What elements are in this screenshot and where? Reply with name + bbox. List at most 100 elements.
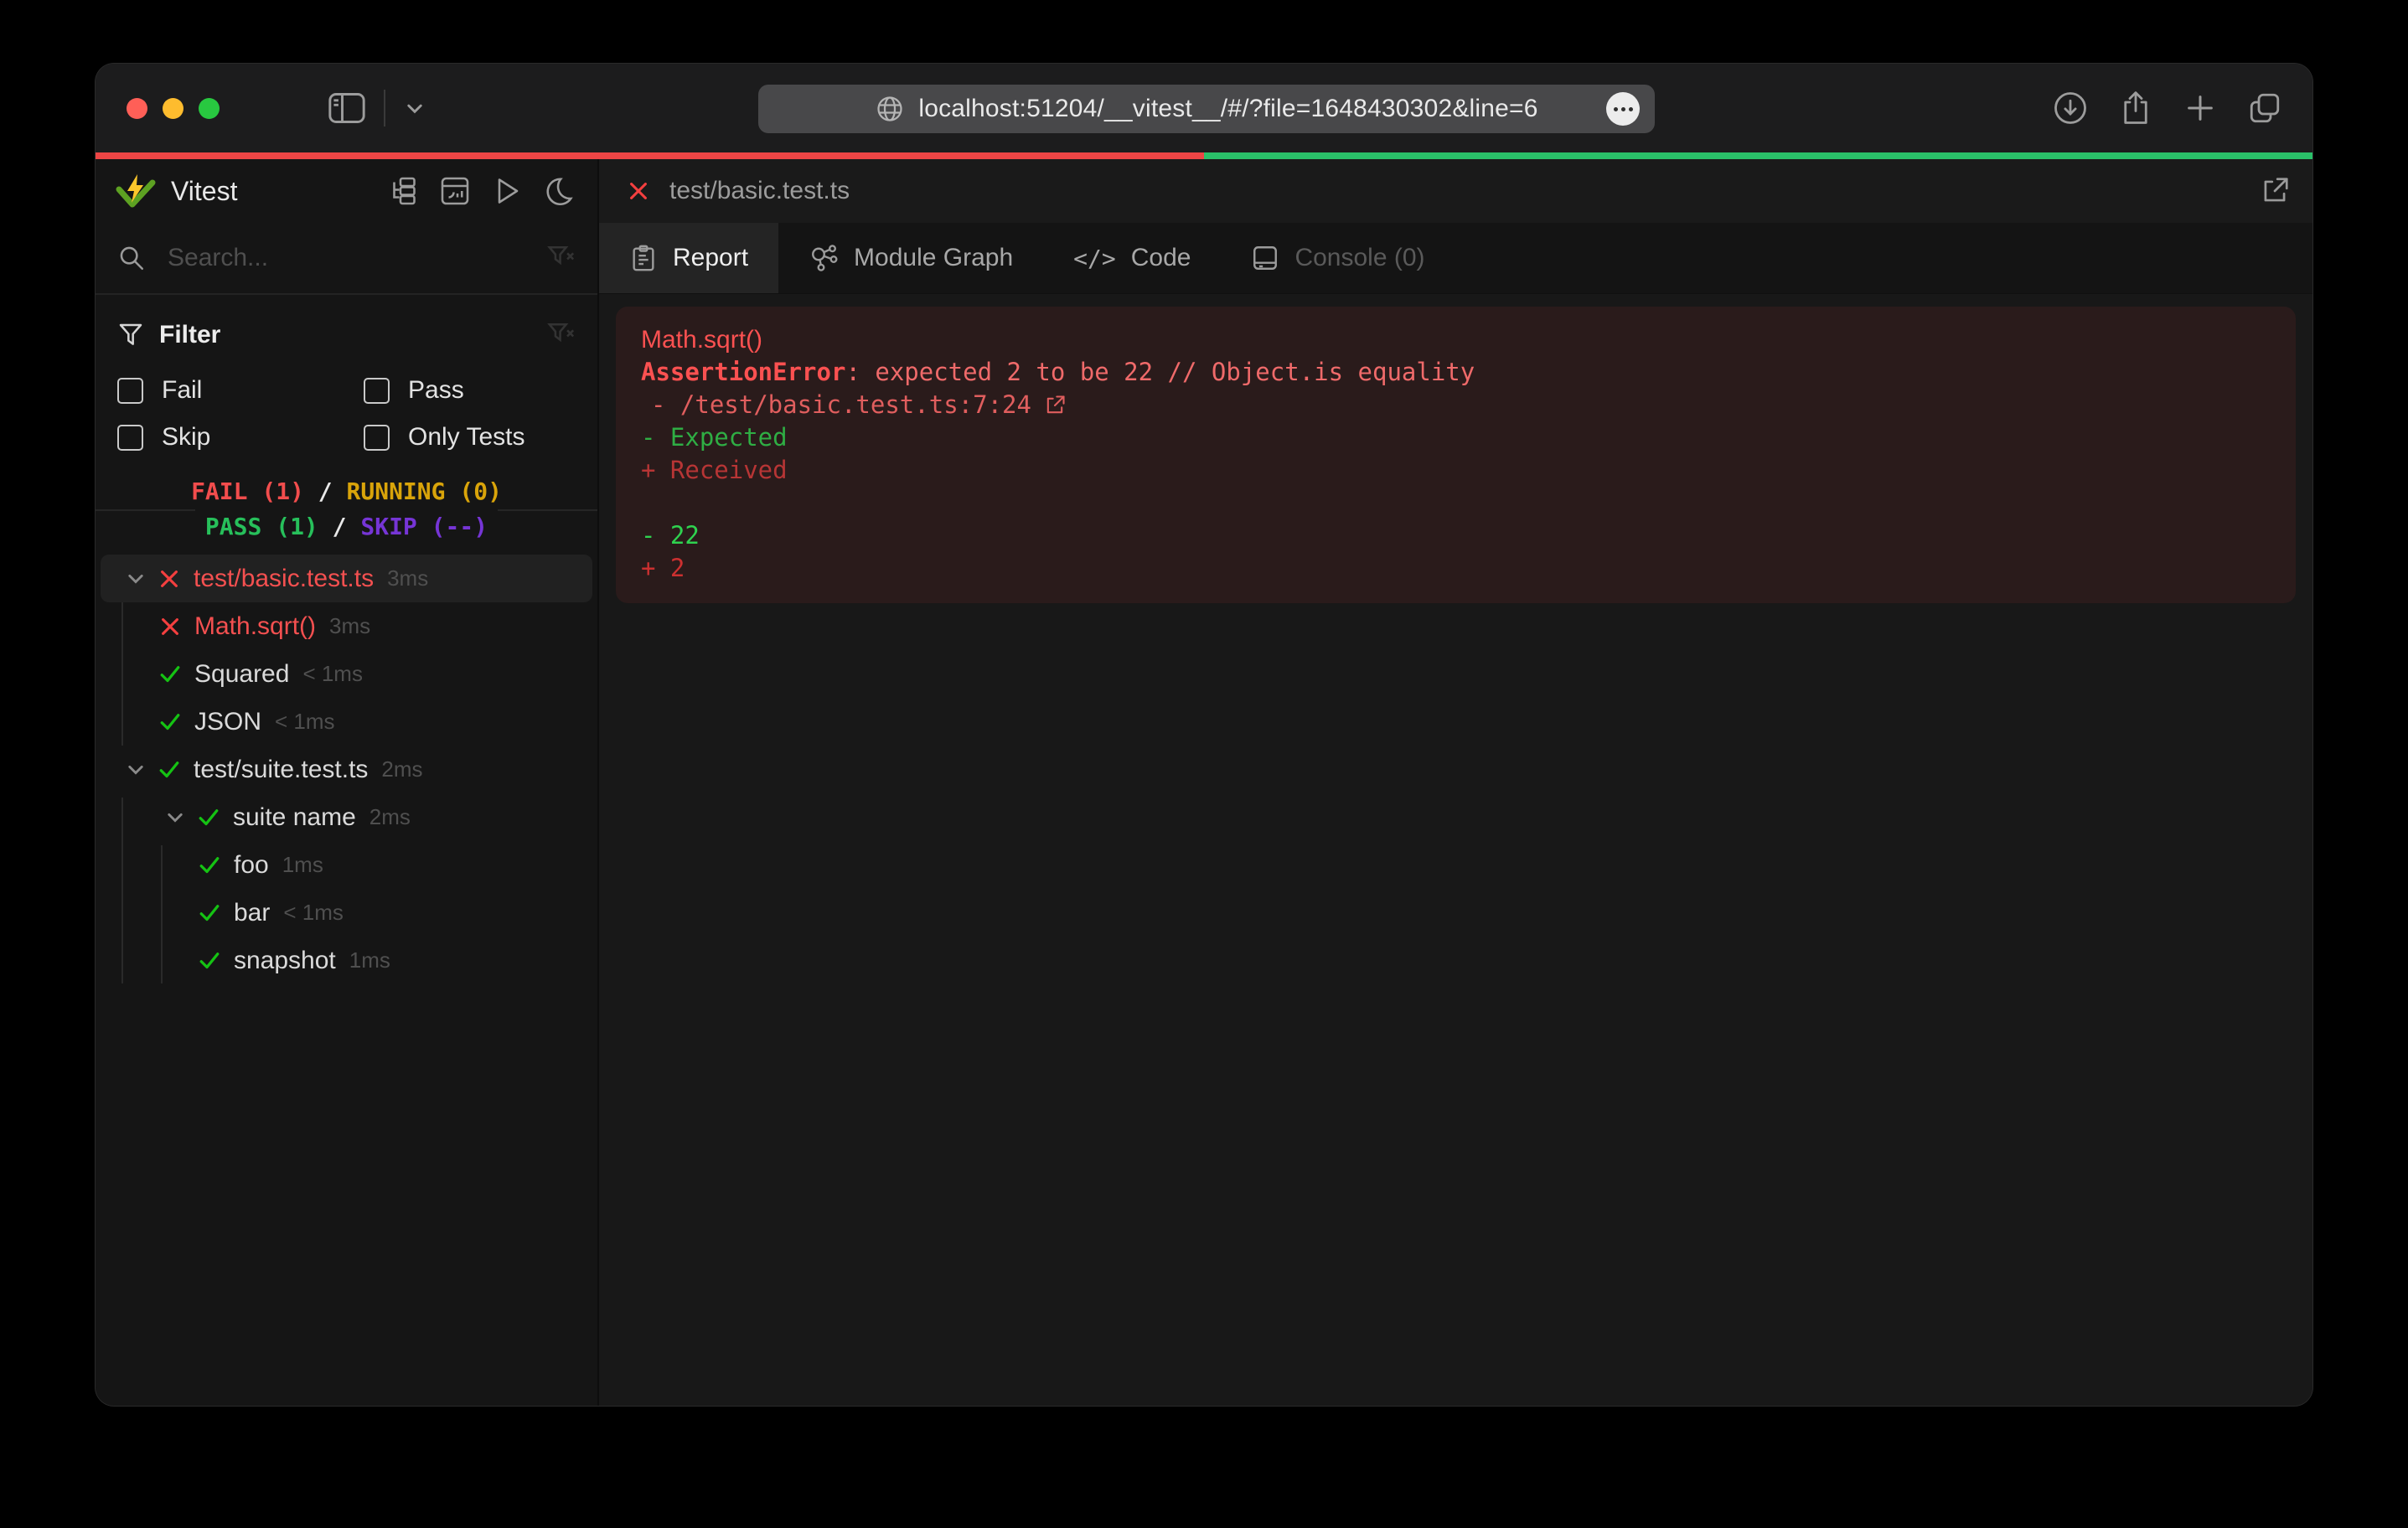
filter-option-skip[interactable]: Skip [117, 414, 364, 461]
code-icon: </> [1073, 245, 1116, 272]
tree-row[interactable]: JSON< 1ms [101, 698, 592, 746]
sidebar-toggle-icon[interactable] [328, 92, 365, 124]
x-icon [156, 615, 184, 638]
check-icon [155, 757, 183, 782]
test-summary: FAIL (1) / RUNNING (0) PASS (1) / SKIP (… [96, 471, 597, 548]
address-bar[interactable]: localhost:51204/__vitest__/#/?file=16484… [758, 85, 1655, 133]
zoom-window-button[interactable] [199, 98, 220, 119]
chevron-down-icon[interactable] [156, 807, 194, 829]
titlebar-actions [2053, 64, 2282, 152]
test-label: bar [234, 899, 270, 927]
search-input[interactable]: Search... [168, 244, 547, 272]
console-icon [1251, 244, 1279, 272]
chevron-down-icon[interactable] [116, 568, 155, 590]
diff-expected-value: - 22 [641, 519, 2271, 552]
check-icon [195, 948, 224, 973]
module-graph-icon [809, 243, 839, 273]
summary-line-1: FAIL (1) / RUNNING (0) [181, 474, 512, 509]
filter-option-fail[interactable]: Fail [117, 367, 364, 414]
downloads-icon[interactable] [2053, 90, 2088, 126]
dashboard-icon[interactable] [440, 176, 470, 206]
tree-row[interactable]: snapshot1ms [101, 937, 592, 984]
filter-option-pass[interactable]: Pass [364, 367, 576, 414]
tree-row[interactable]: suite name 2ms [101, 793, 592, 841]
clear-search-icon[interactable] [547, 244, 576, 272]
summary-line-2: PASS (1) / SKIP (--) [195, 509, 498, 545]
failed-test-title: Math.sqrt() [641, 323, 2271, 356]
app-title: Vitest [171, 176, 388, 207]
sidebar: Vitest [96, 159, 597, 1406]
view-tabs: Report Module Graph </> Code [599, 223, 2312, 294]
test-tree: test/basic.test.ts 3ms Math.sqrt() 3ms Squar… [96, 555, 597, 1406]
titlebar-divider [384, 90, 385, 126]
check-icon [156, 662, 184, 687]
search-icon [117, 244, 146, 272]
check-icon [195, 901, 224, 926]
x-icon [624, 179, 653, 203]
error-message-line: AssertionError: expected 2 to be 22 // O… [641, 356, 2271, 389]
tab-module-graph[interactable]: Module Graph [778, 223, 1043, 293]
tab-report[interactable]: Report [599, 223, 778, 293]
tab-overview-icon[interactable] [2247, 90, 2282, 126]
run-all-icon[interactable] [492, 176, 522, 206]
test-duration: 3ms [387, 565, 428, 591]
close-window-button[interactable] [127, 98, 147, 119]
test-label: Squared [194, 660, 289, 689]
chevron-down-icon[interactable] [116, 759, 155, 781]
x-icon [155, 567, 183, 591]
test-progress-bar [96, 152, 2312, 159]
minimize-window-button[interactable] [163, 98, 183, 119]
diff-received-label: + Received [641, 454, 2271, 487]
fail-checkbox[interactable] [117, 378, 143, 404]
tab-group-chevron-icon[interactable] [404, 97, 426, 119]
check-icon [156, 710, 184, 735]
pass-checkbox[interactable] [364, 378, 390, 404]
tree-indent-guide [121, 602, 123, 746]
browser-window: localhost:51204/__vitest__/#/?file=16484… [96, 64, 2312, 1406]
tree-row[interactable]: foo 1ms [101, 841, 592, 889]
clear-filter-icon[interactable] [547, 321, 576, 349]
check-icon [195, 853, 224, 878]
check-icon [194, 805, 223, 830]
only-tests-checkbox[interactable] [364, 425, 390, 451]
test-duration: < 1ms [283, 900, 344, 926]
error-report-panel: Math.sqrt() AssertionError: expected 2 t… [616, 307, 2296, 603]
tree-row[interactable]: test/basic.test.ts 3ms [101, 555, 592, 602]
globe-icon [875, 94, 905, 124]
filter-title: Filter [159, 321, 547, 349]
tree-view-icon[interactable] [388, 176, 418, 206]
share-icon[interactable] [2118, 90, 2153, 126]
tree-row[interactable]: Math.sqrt() 3ms [101, 602, 592, 650]
skip-checkbox[interactable] [117, 425, 143, 451]
vitest-logo-icon [114, 169, 158, 213]
dark-mode-toggle-icon[interactable] [544, 176, 574, 206]
report-icon [629, 244, 658, 272]
page-settings-ellipsis-button[interactable] [1606, 92, 1640, 126]
test-label: test/basic.test.ts [194, 565, 374, 593]
diff-received-value: + 2 [641, 552, 2271, 585]
test-duration: 2ms [381, 756, 422, 782]
open-in-editor-icon[interactable] [2259, 175, 2291, 207]
sidebar-header: Vitest [96, 159, 597, 223]
filter-option-only-tests[interactable]: Only Tests [364, 414, 576, 461]
tree-row[interactable]: bar < 1ms [101, 889, 592, 937]
browser-titlebar: localhost:51204/__vitest__/#/?file=16484… [96, 64, 2312, 152]
test-label: suite name [233, 803, 356, 832]
tree-indent-guide [121, 798, 123, 983]
test-label: foo [234, 851, 269, 880]
test-duration: 3ms [329, 613, 370, 639]
tab-code[interactable]: </> Code [1043, 223, 1221, 293]
tree-row[interactable]: Squared< 1ms [101, 650, 592, 698]
progress-fail-segment [96, 152, 1204, 159]
test-duration: 1ms [349, 947, 390, 973]
tab-console[interactable]: Console (0) [1221, 223, 1455, 293]
test-label: Math.sqrt() [194, 612, 316, 641]
new-tab-icon[interactable] [2183, 91, 2217, 125]
tree-row[interactable]: test/suite.test.ts2ms [101, 746, 592, 793]
test-duration: 1ms [282, 852, 323, 878]
traffic-lights [127, 98, 220, 119]
test-duration: < 1ms [275, 709, 335, 735]
test-duration: 2ms [369, 804, 411, 830]
external-link-icon [1043, 394, 1067, 417]
stack-trace-link[interactable]: - /test/basic.test.ts:7:24 [641, 389, 2271, 421]
